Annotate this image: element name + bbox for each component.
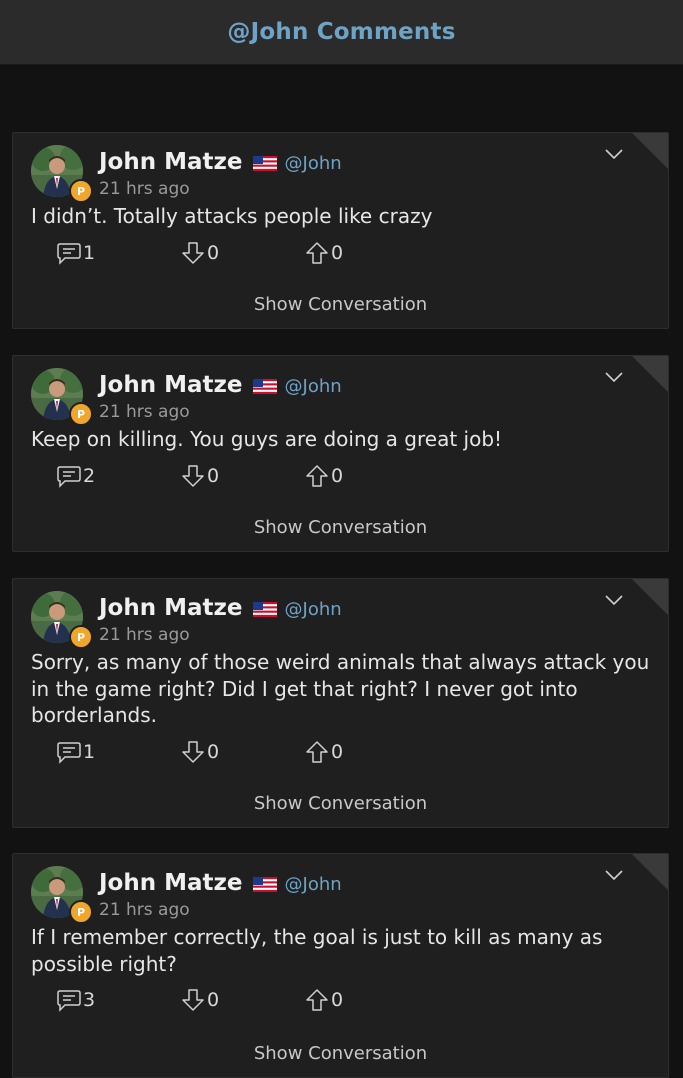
- upvote-arrow-icon: [306, 241, 328, 264]
- downvote-arrow-icon: [182, 989, 204, 1011]
- upvote-button[interactable]: 0: [303, 987, 427, 1013]
- action-bar: 3 0 0: [55, 987, 427, 1013]
- comment-card: P John Matze @John 21 hrs ago I didn’t. …: [12, 132, 669, 329]
- reply-count: 3: [83, 989, 96, 1011]
- upvote-count: 0: [331, 740, 344, 763]
- card-corner-fold: [632, 133, 668, 169]
- reply-count: 1: [83, 241, 96, 264]
- downvote-count: 0: [207, 241, 220, 264]
- comment-text: Sorry, as many of those weird animals th…: [31, 650, 650, 727]
- show-conversation-link[interactable]: Show Conversation: [13, 1043, 668, 1064]
- comment-icon: [57, 242, 81, 265]
- card-corner-fold: [632, 854, 668, 890]
- timestamp: 21 hrs ago: [99, 402, 190, 422]
- action-bar: 2 0 0: [55, 463, 427, 489]
- comment-card: P John Matze @John 21 hrs ago If I remem…: [12, 853, 669, 1078]
- comment-icon: [57, 465, 81, 488]
- upvote-arrow-icon: [306, 740, 328, 763]
- author-handle[interactable]: @John: [285, 599, 342, 620]
- show-conversation-link[interactable]: Show Conversation: [13, 517, 668, 538]
- author-handle[interactable]: @John: [285, 153, 342, 174]
- upvote-button[interactable]: 0: [303, 240, 427, 266]
- downvote-arrow-icon: [182, 464, 204, 487]
- top-bar: @John Comments: [0, 0, 683, 65]
- reply-button[interactable]: 3: [55, 987, 179, 1013]
- author-name[interactable]: John Matze: [99, 595, 243, 621]
- us-flag-icon: [252, 156, 277, 171]
- downvote-count: 0: [207, 989, 220, 1011]
- upvote-arrow-icon: [306, 464, 328, 487]
- chevron-down-icon[interactable]: [604, 370, 624, 384]
- upvote-button[interactable]: 0: [303, 463, 427, 489]
- author-name[interactable]: John Matze: [99, 149, 243, 175]
- us-flag-icon: [252, 602, 277, 617]
- reply-count: 2: [83, 464, 96, 487]
- reply-button[interactable]: 1: [55, 240, 179, 266]
- chevron-down-icon[interactable]: [604, 868, 624, 882]
- upvote-count: 0: [331, 989, 344, 1011]
- show-conversation-link[interactable]: Show Conversation: [13, 793, 668, 814]
- comment-icon: [57, 741, 81, 764]
- parler-badge-icon: P: [69, 402, 93, 426]
- parler-badge-icon: P: [69, 179, 93, 203]
- timestamp: 21 hrs ago: [99, 625, 190, 645]
- parler-badge-icon: P: [69, 900, 93, 924]
- reply-button[interactable]: 1: [55, 739, 179, 765]
- action-bar: 1 0 0: [55, 739, 427, 765]
- us-flag-icon: [252, 379, 277, 394]
- downvote-count: 0: [207, 464, 220, 487]
- upvote-count: 0: [331, 464, 344, 487]
- chevron-down-icon[interactable]: [604, 593, 624, 607]
- page-title: @John Comments: [227, 19, 456, 45]
- author-name[interactable]: John Matze: [99, 870, 243, 896]
- downvote-button[interactable]: 0: [179, 987, 303, 1013]
- author-handle[interactable]: @John: [285, 874, 342, 895]
- comment-card: P John Matze @John 21 hrs ago Keep on ki…: [12, 355, 669, 552]
- chevron-down-icon[interactable]: [604, 147, 624, 161]
- timestamp: 21 hrs ago: [99, 179, 190, 199]
- downvote-arrow-icon: [182, 241, 204, 264]
- downvote-button[interactable]: 0: [179, 240, 303, 266]
- card-corner-fold: [632, 579, 668, 615]
- downvote-count: 0: [207, 740, 220, 763]
- upvote-arrow-icon: [306, 989, 328, 1011]
- action-bar: 1 0 0: [55, 240, 427, 266]
- show-conversation-link[interactable]: Show Conversation: [13, 294, 668, 315]
- upvote-count: 0: [331, 241, 344, 264]
- comment-text: If I remember correctly, the goal is jus…: [31, 925, 603, 976]
- downvote-button[interactable]: 0: [179, 463, 303, 489]
- parler-badge-icon: P: [69, 625, 93, 649]
- reply-button[interactable]: 2: [55, 463, 179, 489]
- comment-text: I didn’t. Totally attacks people like cr…: [31, 204, 433, 228]
- timestamp: 21 hrs ago: [99, 900, 190, 920]
- downvote-button[interactable]: 0: [179, 739, 303, 765]
- author-name[interactable]: John Matze: [99, 372, 243, 398]
- downvote-arrow-icon: [182, 740, 204, 763]
- author-handle[interactable]: @John: [285, 376, 342, 397]
- us-flag-icon: [252, 877, 277, 892]
- reply-count: 1: [83, 740, 96, 763]
- comment-card: P John Matze @John 21 hrs ago Sorry, as …: [12, 578, 669, 828]
- comment-text: Keep on killing. You guys are doing a gr…: [31, 427, 503, 451]
- card-corner-fold: [632, 356, 668, 392]
- upvote-button[interactable]: 0: [303, 739, 427, 765]
- comment-icon: [57, 990, 81, 1012]
